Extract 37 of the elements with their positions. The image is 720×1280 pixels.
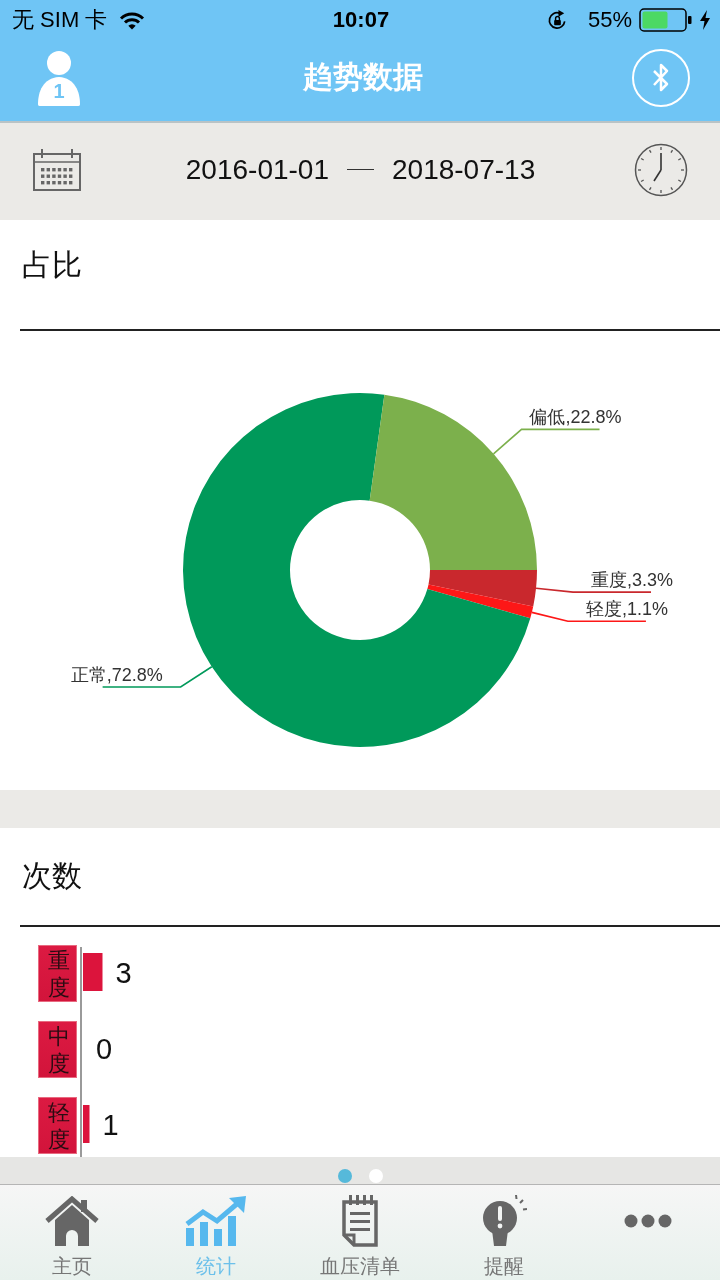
page-title: 趋势数据 (302, 59, 423, 95)
calendar-icon (33, 148, 81, 191)
category-label: 轻度 (38, 1097, 77, 1154)
bluetooth-icon (652, 61, 670, 94)
battery-icon (639, 8, 693, 32)
rising-chart-icon (185, 1196, 247, 1246)
category-label: 重度 (38, 945, 77, 1002)
bar (83, 953, 103, 991)
bar (83, 1105, 90, 1143)
person-icon (35, 49, 83, 106)
start-date: 2016-01-01 (185, 153, 329, 186)
slice-label: 偏低,22.8% (529, 406, 622, 427)
notepad-icon (341, 1195, 379, 1247)
clock-time: 10:07 (332, 7, 390, 33)
category-label: 中度 (38, 1021, 77, 1078)
tab-item[interactable]: 提醒 (432, 1185, 576, 1280)
value-label: 1 (102, 1109, 119, 1141)
lightbulb-icon (481, 1194, 527, 1248)
more-dots-icon (624, 1214, 672, 1228)
value-label: 3 (115, 957, 132, 989)
battery-percent: 55% (587, 7, 632, 33)
slice-label: 重度,3.3% (591, 569, 673, 590)
section-title: 占比 (21, 246, 82, 283)
section-title: 次数 (21, 858, 82, 894)
tab-item[interactable]: 血压清单 (288, 1185, 432, 1280)
clock-icon (634, 142, 688, 197)
slice-label: 正常,72.8% (70, 664, 163, 685)
calendar-button[interactable] (33, 148, 81, 191)
charging-bolt-icon (700, 10, 710, 30)
home-icon (44, 1196, 100, 1246)
slice-label: 轻度,1.1% (585, 598, 668, 619)
tab-item[interactable]: 主页 (0, 1185, 144, 1280)
clock-button[interactable] (634, 142, 688, 197)
wifi-icon (119, 10, 146, 30)
value-label: 0 (96, 1033, 113, 1065)
carrier-text: 无 SIM 卡 (12, 6, 108, 34)
end-date: 2018-07-13 (392, 153, 536, 186)
